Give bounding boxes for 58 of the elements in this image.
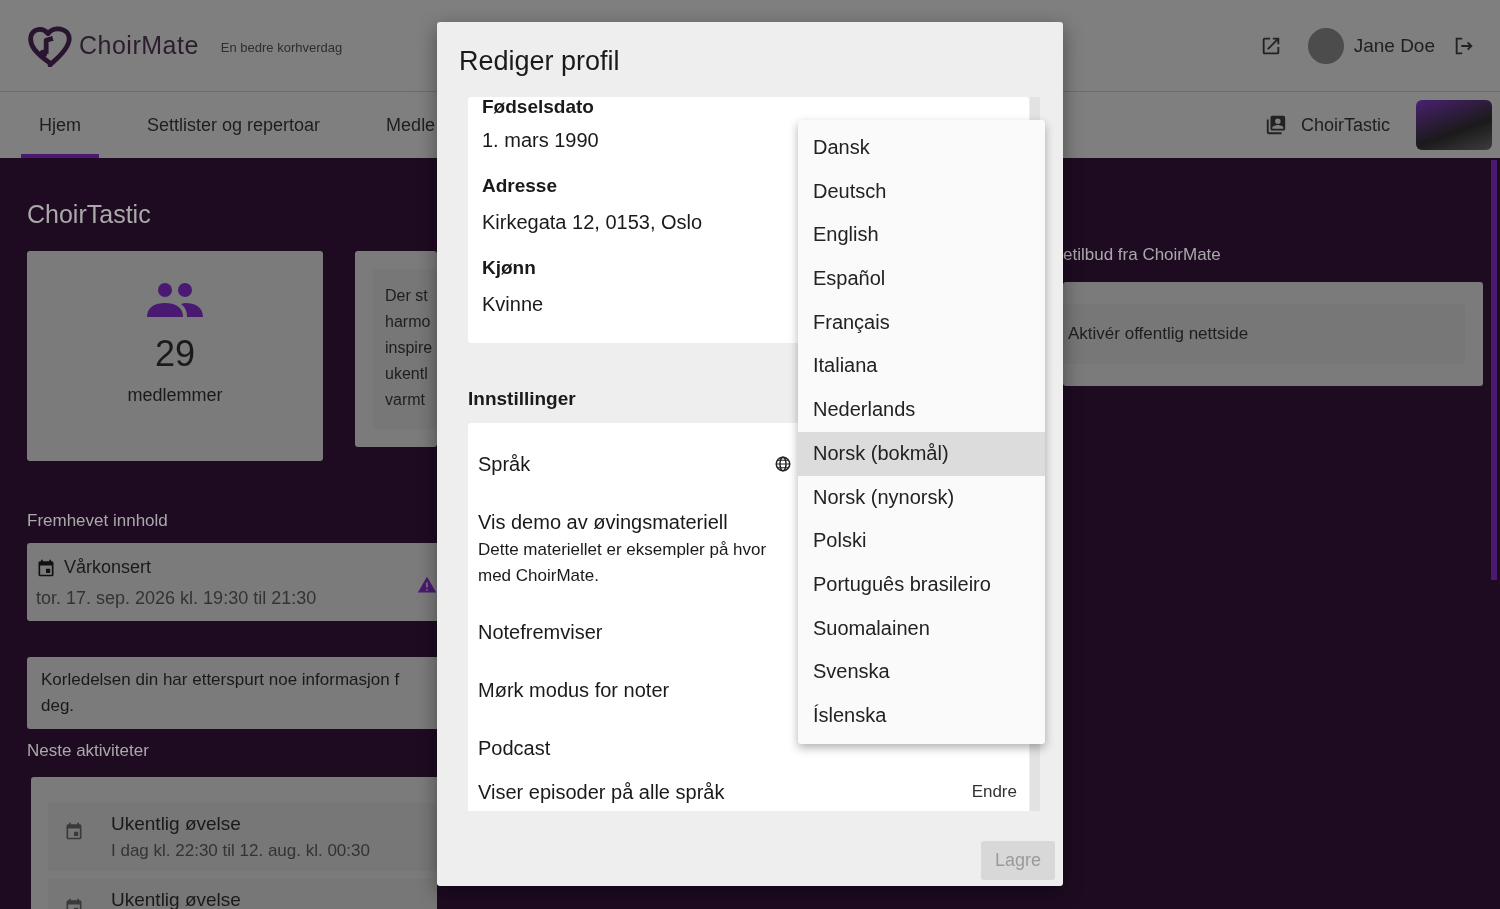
activity-time: I dag kl. 22:30 til 12. aug. kl. 00:30	[111, 841, 370, 861]
setting-label: Podcast	[478, 736, 551, 761]
language-option[interactable]: English	[798, 213, 1045, 258]
nav-tab[interactable]: Medle	[368, 92, 437, 158]
event-time: tor. 17. sep. 2026 kl. 19:30 til 21:30	[36, 588, 318, 609]
featured-card[interactable]: Vårkonsert tor. 17. sep. 2026 kl. 19:30 til 21:30	[27, 543, 437, 621]
about-text: harmo	[385, 312, 432, 332]
user-name[interactable]: Jane Doe	[1353, 34, 1435, 57]
activity-item[interactable]: Ukentlig øvelse I dag kl. 22:30 til 12. aug. kl. 00:30	[48, 803, 437, 871]
notice-text: Korledelsen din har etterspurt noe informasjon f	[41, 669, 401, 691]
change-button[interactable]: Endre	[969, 778, 1019, 806]
setting-description: med ChoirMate.	[478, 565, 599, 587]
field-value: 1. mars 1990	[482, 128, 599, 153]
language-option[interactable]: Français	[798, 300, 1045, 345]
offer-button[interactable]: Aktivér offentlig nettside	[1063, 304, 1465, 364]
field-value: Kirkegata 12, 0153, Oslo	[482, 210, 703, 235]
about-text: Der st	[385, 286, 429, 306]
setting-label: Viser episoder på alle språk	[478, 780, 725, 805]
about-text: ukentl	[385, 364, 429, 384]
language-option[interactable]: Português brasileiro	[798, 562, 1045, 607]
nav-tab[interactable]: Hjem	[21, 92, 99, 158]
dialog-title: Rediger profil	[458, 45, 621, 78]
language-option[interactable]: Íslenska	[798, 693, 1045, 738]
language-option[interactable]: Norsk (nynorsk)	[798, 475, 1045, 520]
logo-text: ChoirMate	[79, 31, 199, 60]
settings-heading: Innstillinger	[468, 388, 576, 410]
setting-label: Mørk modus for noter	[478, 678, 670, 703]
about-text: inspire	[385, 338, 434, 358]
language-option[interactable]: Suomalainen	[798, 606, 1045, 651]
setting-label: Språk	[478, 452, 531, 477]
setting-description: Dette materiellet er eksempler på hvor	[478, 539, 767, 561]
language-option[interactable]: Polski	[798, 519, 1045, 563]
language-option[interactable]: Deutsch	[798, 169, 1045, 214]
field-label: Adresse	[482, 174, 557, 198]
field-label: Fødselsdato	[482, 97, 594, 117]
language-option[interactable]: Norsk (bokmål)	[798, 431, 1045, 476]
language-option[interactable]: Svenska	[798, 650, 1045, 694]
section-heading: etilbud fra ChoirMate	[1063, 245, 1222, 265]
page-title: ChoirTastic	[27, 200, 152, 229]
language-option[interactable]: Italiana	[798, 344, 1045, 389]
event-title: Vårkonsert	[64, 557, 152, 578]
tagline: En bedre korhverdag	[220, 40, 343, 55]
field-label: Kjønn	[482, 256, 536, 280]
member-count: 29	[154, 333, 195, 375]
activity-title: Ukentlig øvelse	[111, 813, 242, 835]
field-value: Kvinne	[482, 292, 544, 317]
setting-label: Notefremviser	[478, 620, 603, 645]
language-option[interactable]: Dansk	[798, 126, 1045, 170]
setting-label: Vis demo av øvingsmateriell	[478, 510, 728, 535]
language-option[interactable]: Español	[798, 257, 1045, 301]
choir-name[interactable]: ChoirTastic	[1300, 114, 1390, 136]
notice-text: deg.	[41, 695, 76, 717]
section-heading: Neste aktiviteter	[27, 741, 150, 761]
member-label: medlemmer	[127, 385, 223, 406]
nav-tab[interactable]: Settlister og repertoar	[129, 92, 339, 158]
language-option[interactable]: Nederlands	[798, 388, 1045, 432]
section-heading: Fremhevet innhold	[27, 511, 169, 531]
about-text: varmt	[385, 390, 426, 410]
